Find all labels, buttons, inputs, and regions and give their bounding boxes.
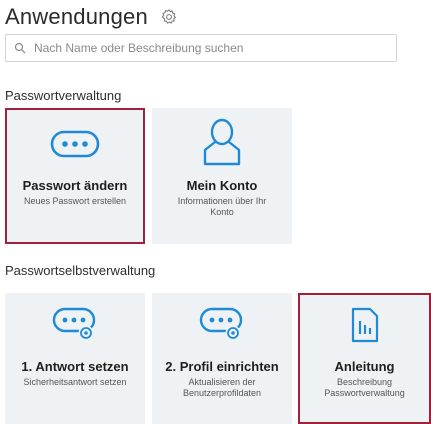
tile-name: Anleitung <box>334 359 395 374</box>
tile-passwort-aendern[interactable]: Passwort ändern Neues Passwort erstellen <box>5 108 145 244</box>
tile-anleitung[interactable]: Anleitung Beschreibung Passwortverwaltun… <box>298 293 431 424</box>
document-chart-icon <box>350 307 380 348</box>
page-header: Anwendungen <box>5 2 178 32</box>
user-icon <box>202 118 242 171</box>
tile-mein-konto[interactable]: Mein Konto Informationen über Ihr Konto <box>152 108 292 244</box>
password-settings-icon <box>199 307 245 348</box>
gear-icon[interactable] <box>160 8 178 26</box>
tile-name: Passwort ändern <box>22 178 128 193</box>
search-icon <box>14 42 26 54</box>
search-input[interactable] <box>32 40 376 56</box>
tile-description: Informationen über Ihr Konto <box>177 196 267 217</box>
section-title-passwortselbstverwaltung: Passwortselbstverwaltung <box>5 263 156 278</box>
password-dots-icon <box>50 130 100 163</box>
page-title: Anwendungen <box>5 4 148 29</box>
tile-description: Sicherheitsantwort setzen <box>23 377 127 387</box>
tile-description: Aktualisieren der Benutzerprofildaten <box>182 377 262 398</box>
search-box <box>5 34 397 62</box>
tile-antwort-setzen[interactable]: 1. Antwort setzen Sicherheitsantwort set… <box>5 293 145 424</box>
tile-name: 1. Antwort setzen <box>21 359 129 374</box>
tile-name: 2. Profil einrichten <box>165 359 279 374</box>
tile-description: Neues Passwort erstellen <box>23 196 127 206</box>
tile-description: Beschreibung Passwortverwaltung <box>324 377 405 398</box>
tile-name: Mein Konto <box>186 178 258 193</box>
section-title-passwortverwaltung: Passwortverwaltung <box>5 88 122 103</box>
tile-profil-einrichten[interactable]: 2. Profil einrichten Aktualisieren der B… <box>152 293 292 424</box>
password-settings-icon <box>52 307 98 348</box>
